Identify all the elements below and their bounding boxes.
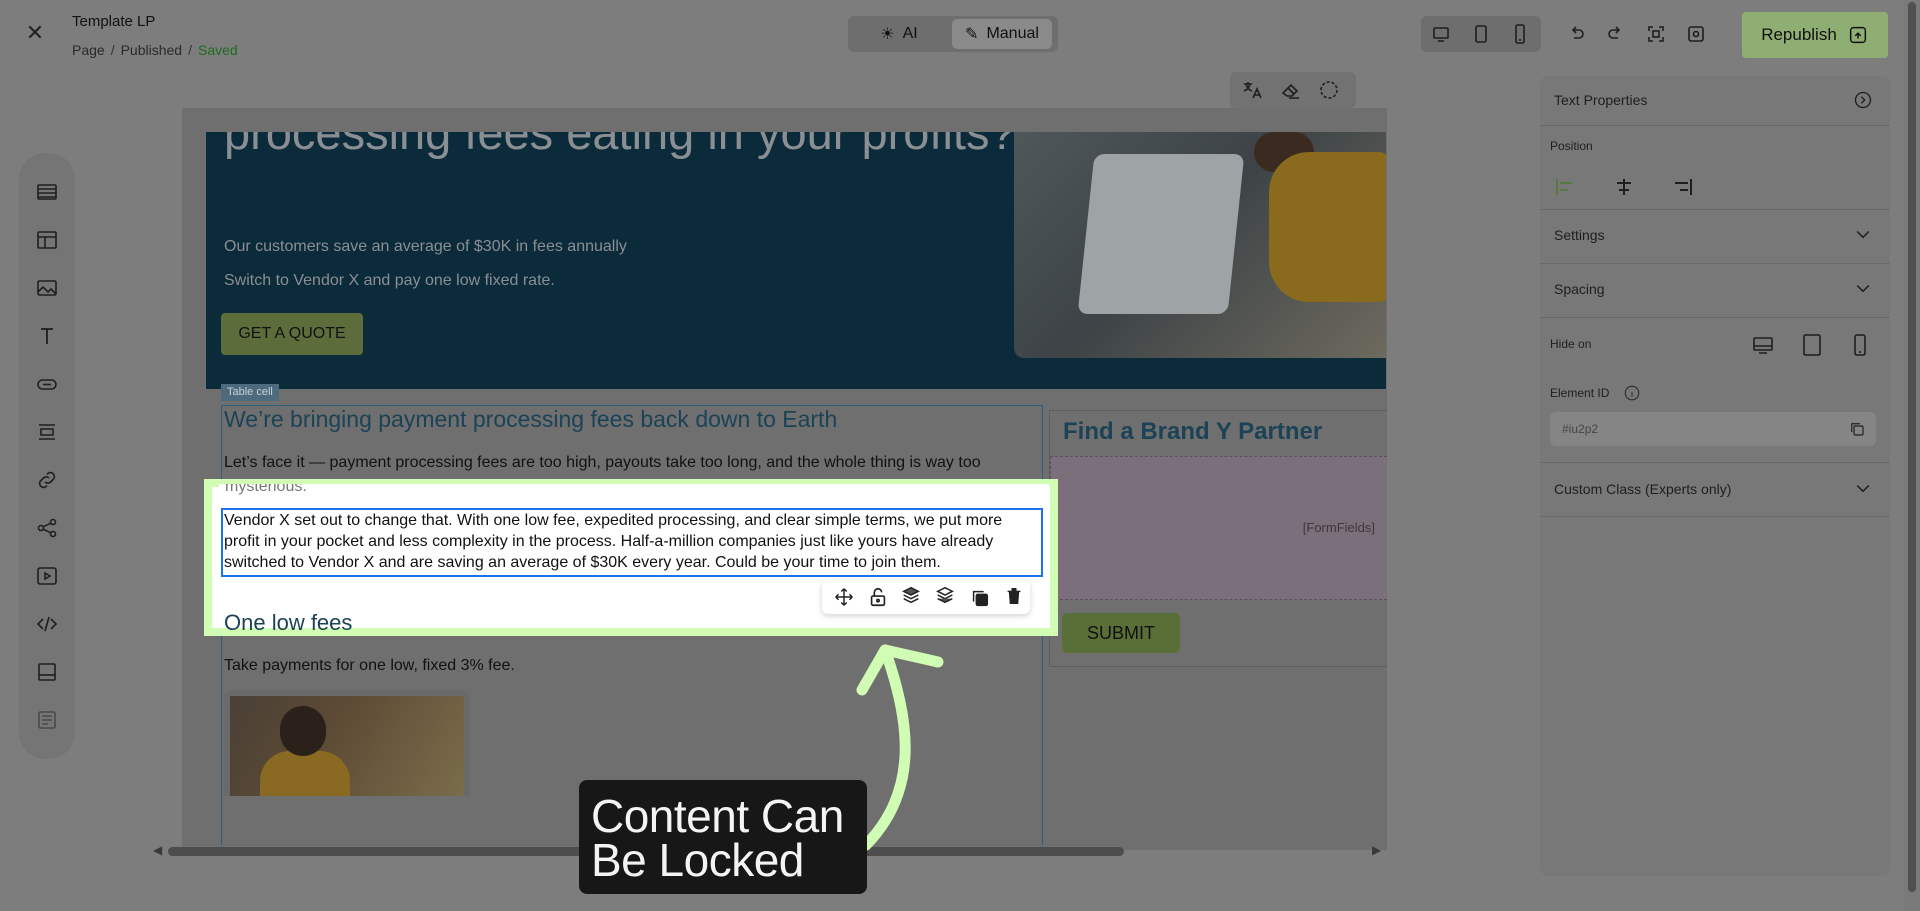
divider xyxy=(1540,317,1890,318)
settings-section[interactable]: Settings xyxy=(1554,227,1605,243)
sparkle-icon: ☀ xyxy=(880,26,895,43)
link-icon[interactable] xyxy=(35,468,59,492)
hero-section[interactable]: processing fees eating in your profits? … xyxy=(206,132,1386,389)
hide-on-label: Hide on xyxy=(1550,337,1592,351)
copy-icon[interactable] xyxy=(1848,420,1866,438)
align-right-icon[interactable] xyxy=(1670,176,1694,198)
redo-icon[interactable] xyxy=(1604,22,1628,46)
button-icon[interactable] xyxy=(35,372,59,396)
divider xyxy=(1540,462,1890,463)
properties-panel xyxy=(1540,76,1890,876)
pencil-icon: ✎ xyxy=(965,26,979,43)
person-head-shape xyxy=(280,706,326,756)
hide-tablet-icon[interactable] xyxy=(1800,332,1824,358)
panel-title: Text Properties xyxy=(1554,92,1648,108)
reset-icon[interactable] xyxy=(1317,78,1341,102)
layout-icon[interactable] xyxy=(35,228,59,252)
chevron-down-icon[interactable] xyxy=(1853,478,1873,498)
one-low-fees-heading[interactable]: One low fees xyxy=(224,610,352,636)
sections-icon[interactable] xyxy=(35,180,59,204)
preview-icon[interactable] xyxy=(1684,22,1708,46)
status-saved: Saved xyxy=(197,42,238,58)
hero-subtext-2[interactable]: Switch to Vendor X and pay one low fixed… xyxy=(224,272,555,290)
share-icon[interactable] xyxy=(35,516,59,540)
fullscreen-icon[interactable] xyxy=(1644,22,1668,46)
fee-text[interactable]: Take payments for one low, fixed 3% fee. xyxy=(224,655,515,676)
mode-ai-button[interactable]: ☀ AI xyxy=(852,19,946,49)
panel-collapse-icon[interactable] xyxy=(1853,90,1873,110)
scroll-left-arrow[interactable]: ◀ xyxy=(153,843,162,857)
breadcrumb-published[interactable]: Published xyxy=(121,42,183,58)
table-cell-badge: Table cell xyxy=(221,384,279,401)
undo-icon[interactable] xyxy=(1564,22,1588,46)
republish-button[interactable]: Republish xyxy=(1742,12,1888,58)
hide-desktop-icon[interactable] xyxy=(1751,332,1775,358)
image-icon[interactable] xyxy=(35,276,59,300)
duplicate-icon[interactable] xyxy=(969,587,991,609)
element-id-field[interactable]: #iu2p2 xyxy=(1550,412,1876,446)
trash-icon[interactable] xyxy=(1003,585,1025,607)
top-bar: ✕ Template LP Page / Published / Saved ☀ AI … xyxy=(0,0,1920,67)
tablet-icon[interactable] xyxy=(1469,22,1493,46)
video-icon[interactable] xyxy=(35,564,59,588)
close-icon[interactable]: ✕ xyxy=(24,22,46,44)
divider-icon[interactable] xyxy=(35,420,59,444)
divider xyxy=(1540,516,1890,517)
image-card[interactable] xyxy=(224,690,470,796)
get-a-quote-button[interactable]: GET A QUOTE xyxy=(221,313,363,355)
vertical-scrollbar[interactable] xyxy=(1904,0,1920,911)
spacing-section[interactable]: Spacing xyxy=(1554,281,1605,297)
hide-mobile-icon[interactable] xyxy=(1848,332,1872,358)
paragraph-intro[interactable]: Let’s face it — payment processing fees … xyxy=(224,452,1039,473)
hero-heading[interactable]: processing fees eating in your profits? xyxy=(224,132,1024,164)
layer-down-icon[interactable] xyxy=(934,584,956,606)
breadcrumb: Page / Published / Saved xyxy=(72,42,238,58)
section-heading[interactable]: We’re bringing payment processing fees b… xyxy=(224,406,837,433)
custom-class-section[interactable]: Custom Class (Experts only) xyxy=(1554,481,1731,497)
form-icon[interactable] xyxy=(35,708,59,732)
mode-switch: ☀ AI ✎ Manual xyxy=(848,16,1058,52)
divider xyxy=(1540,125,1890,126)
divider xyxy=(1540,263,1890,264)
move-icon[interactable] xyxy=(833,586,855,608)
partner-title[interactable]: Find a Brand Y Partner xyxy=(1063,418,1322,446)
breadcrumb-page[interactable]: Page xyxy=(72,42,105,58)
submit-button[interactable]: SUBMIT xyxy=(1062,613,1180,653)
code-icon[interactable] xyxy=(35,612,59,636)
hero-subtext-1[interactable]: Our customers save an average of $30K in… xyxy=(224,238,627,256)
element-id-label: Element ID xyxy=(1550,386,1610,400)
chevron-down-icon[interactable] xyxy=(1853,278,1873,298)
translate-icon[interactable] xyxy=(1240,78,1264,102)
laptop-shape xyxy=(1077,154,1245,314)
footer-icon[interactable] xyxy=(35,660,59,684)
person-body-shape xyxy=(260,751,350,796)
annotation-callout: Content Can Be Locked xyxy=(579,780,867,894)
scroll-right-arrow[interactable]: ▶ xyxy=(1372,843,1381,857)
publish-icon xyxy=(1849,26,1866,44)
info-icon[interactable] xyxy=(1623,384,1641,402)
eraser-icon[interactable] xyxy=(1279,78,1303,102)
selected-paragraph[interactable]: Vendor X set out to change that. With on… xyxy=(224,510,1039,573)
vertical-scroll-thumb[interactable] xyxy=(1908,2,1916,892)
paragraph-intro-cont: mysterious. xyxy=(225,484,307,495)
text-icon[interactable] xyxy=(35,324,59,348)
card-photo xyxy=(230,696,464,796)
align-center-icon[interactable] xyxy=(1612,176,1636,198)
unlock-icon[interactable] xyxy=(867,586,889,608)
chevron-down-icon[interactable] xyxy=(1853,224,1873,244)
mode-manual-button[interactable]: ✎ Manual xyxy=(952,19,1052,49)
form-fields-placeholder[interactable]: [FormFields] xyxy=(1050,456,1387,600)
person-shirt-shape xyxy=(1269,152,1386,302)
desktop-icon[interactable] xyxy=(1429,22,1453,46)
layer-up-icon[interactable] xyxy=(900,584,922,606)
mobile-icon[interactable] xyxy=(1508,22,1532,46)
hero-photo[interactable] xyxy=(1014,132,1386,358)
divider xyxy=(1540,209,1890,210)
align-left-icon[interactable] xyxy=(1554,176,1578,198)
page-title: Template LP xyxy=(72,13,156,30)
position-label: Position xyxy=(1550,139,1593,153)
